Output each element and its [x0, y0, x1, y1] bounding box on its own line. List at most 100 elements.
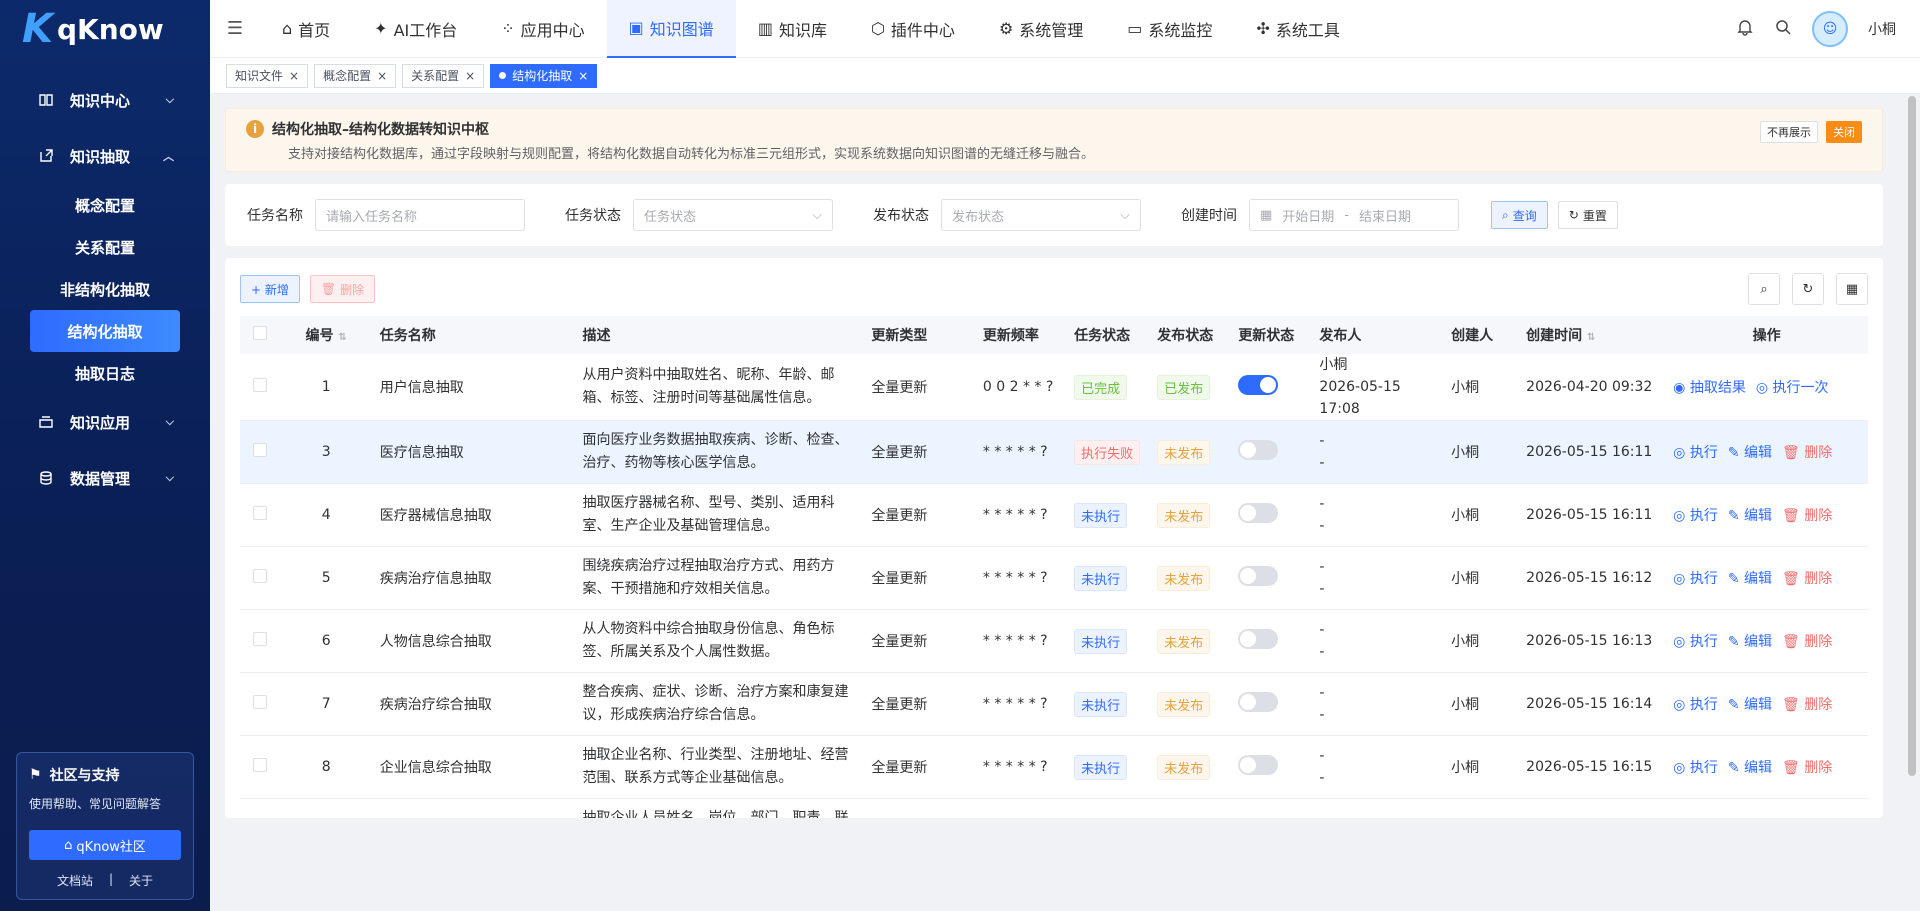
- update-status-toggle[interactable]: [1238, 566, 1279, 586]
- search-icon[interactable]: [1774, 18, 1792, 40]
- row-checkbox[interactable]: [253, 378, 268, 392]
- nav-item-7[interactable]: ▭ 系统监控: [1105, 0, 1234, 58]
- search-toggle-icon[interactable]: ⌕: [1748, 273, 1780, 305]
- cell-created: 2026-05-15 16:15: [1518, 798, 1666, 818]
- add-button[interactable]: + 新增: [240, 275, 300, 303]
- close-icon[interactable]: ×: [465, 69, 475, 83]
- menu-toggle-icon[interactable]: ☰: [210, 18, 260, 39]
- row-checkbox[interactable]: [253, 632, 268, 646]
- refresh-icon[interactable]: ↻: [1792, 273, 1824, 305]
- update-status-toggle[interactable]: [1238, 440, 1279, 460]
- table-row[interactable]: 1 用户信息抽取 从用户资料中抽取姓名、昵称、年龄、邮箱、标签、注册时间等基础属性信…: [240, 354, 1868, 421]
- page-scrollbar[interactable]: [1908, 96, 1916, 776]
- tab-1[interactable]: 概念配置 ×: [314, 63, 397, 88]
- docs-link[interactable]: 文档站: [57, 872, 93, 889]
- edit-button[interactable]: ✎ 编辑: [1728, 697, 1772, 713]
- delete-button[interactable]: 🗑 删除: [1782, 571, 1832, 587]
- update-status-toggle[interactable]: [1238, 692, 1279, 712]
- nav-item-6[interactable]: ⚙ 系统管理: [977, 0, 1105, 58]
- logo[interactable]: K qKnow: [0, 0, 210, 58]
- table-row[interactable]: 3 医疗信息抽取 面向医疗业务数据抽取疾病、诊断、检查、治疗、药物等核心医学信息。全…: [240, 420, 1868, 484]
- date-range-picker[interactable]: ▦ 开始日期 - 结束日期: [1249, 199, 1459, 231]
- edit-button[interactable]: ✎ 编辑: [1728, 634, 1772, 650]
- update-status-toggle[interactable]: [1238, 755, 1279, 775]
- sort-icon[interactable]: ⇅: [338, 332, 346, 343]
- edit-button[interactable]: ✎ 编辑: [1728, 445, 1772, 461]
- sort-icon[interactable]: ⇅: [1587, 332, 1595, 343]
- edit-button[interactable]: ✎ 编辑: [1728, 571, 1772, 587]
- close-icon[interactable]: ×: [377, 69, 387, 83]
- sidebar-item-structured-extraction[interactable]: 结构化抽取: [30, 310, 180, 352]
- reset-button[interactable]: ↻ 重置: [1557, 201, 1618, 229]
- tab-0[interactable]: 知识文件 ×: [226, 63, 309, 88]
- tab-3[interactable]: 结构化抽取 ×: [490, 63, 598, 88]
- row-checkbox[interactable]: [253, 506, 268, 520]
- user-name[interactable]: 小桐: [1868, 19, 1896, 39]
- run-button[interactable]: ◎ 执行: [1673, 445, 1718, 461]
- bell-icon[interactable]: [1736, 18, 1754, 40]
- col-created[interactable]: 创建时间 ⇅: [1518, 316, 1666, 354]
- query-button[interactable]: ⌕ 查询: [1491, 201, 1548, 229]
- sidebar-group-knowledge-extraction[interactable]: 知识抽取 ︿: [0, 128, 210, 184]
- col-id[interactable]: 编号 ⇅: [280, 316, 372, 354]
- avatar[interactable]: ☺: [1812, 11, 1848, 47]
- nav-item-0[interactable]: ⌂ 首页: [260, 0, 352, 58]
- close-icon[interactable]: ×: [289, 69, 299, 83]
- sidebar-group-knowledge-center[interactable]: 知识中心 ⌵: [0, 72, 210, 128]
- table-row[interactable]: 8 企业信息综合抽取 抽取企业名称、行业类型、注册地址、经营范围、联系方式等企业基础…: [240, 735, 1868, 799]
- nav-item-3[interactable]: ▣ 知识图谱: [606, 0, 736, 58]
- nav-item-2[interactable]: ⁘ 应用中心: [479, 0, 606, 58]
- sidebar-item-unstructured-extraction[interactable]: 非结构化抽取: [30, 268, 180, 310]
- close-notice-button[interactable]: 关闭: [1826, 121, 1862, 143]
- delete-button[interactable]: 🗑 删除: [309, 275, 376, 303]
- delete-button[interactable]: 🗑 删除: [1782, 508, 1832, 524]
- run-button[interactable]: ◎ 执行: [1673, 508, 1718, 524]
- delete-button[interactable]: 🗑 删除: [1782, 445, 1832, 461]
- nav-item-4[interactable]: ▥ 知识库: [736, 0, 849, 58]
- edit-button[interactable]: ✎ 编辑: [1728, 760, 1772, 776]
- sidebar-item-extraction-log[interactable]: 抽取日志: [30, 352, 180, 394]
- run-once-button[interactable]: ◎ 执行一次: [1756, 380, 1829, 396]
- update-status-toggle[interactable]: [1238, 375, 1279, 395]
- run-button[interactable]: ◎ 执行: [1673, 760, 1718, 776]
- sidebar-item-concept-config[interactable]: 概念配置: [30, 184, 180, 226]
- nav-item-8[interactable]: ✣ 系统工具: [1234, 0, 1361, 58]
- run-button[interactable]: ◎ 执行: [1673, 697, 1718, 713]
- row-checkbox[interactable]: [253, 443, 268, 457]
- sidebar-group-knowledge-application[interactable]: 知识应用 ⌵: [0, 394, 210, 450]
- row-checkbox[interactable]: [253, 569, 268, 583]
- view-result-button[interactable]: ◉ 抽取结果: [1673, 380, 1746, 396]
- sidebar-group-data-management[interactable]: 数据管理 ⌵: [0, 450, 210, 506]
- nav-item-1[interactable]: ✦ AI工作台: [352, 0, 479, 58]
- table-row[interactable]: 4 医疗器械信息抽取 抽取医疗器械名称、型号、类别、适用科室、生产企业及基础管理信息…: [240, 483, 1868, 547]
- row-checkbox[interactable]: [253, 758, 268, 772]
- table-row[interactable]: 9企业人员信息抽取抽取企业人员姓名、岗位、部门、职责、联系方式及组织归属信息。 全…: [240, 798, 1868, 818]
- delete-button[interactable]: 🗑 删除: [1782, 760, 1832, 776]
- row-checkbox[interactable]: [253, 695, 268, 709]
- publish-status-badge: 未发布: [1157, 439, 1211, 465]
- delete-button[interactable]: 🗑 删除: [1782, 634, 1832, 650]
- table-row[interactable]: 5 疾病治疗信息抽取 围绕疾病治疗过程抽取治疗方式、用药方案、干预措施和疗效相关信息…: [240, 546, 1868, 610]
- update-status-toggle[interactable]: [1238, 503, 1279, 523]
- nav-item-label: 系统管理: [1019, 20, 1084, 40]
- task-status-select[interactable]: 任务状态 ⌵: [633, 199, 833, 231]
- about-link[interactable]: 关于: [129, 872, 153, 889]
- run-button[interactable]: ◎ 执行: [1673, 634, 1718, 650]
- nav-item-5[interactable]: ⬡ 插件中心: [849, 0, 977, 58]
- sidebar-item-relation-config[interactable]: 关系配置: [30, 226, 180, 268]
- update-status-toggle[interactable]: [1238, 629, 1279, 649]
- tab-2[interactable]: 关系配置 ×: [402, 63, 485, 88]
- table-row[interactable]: 7 疾病治疗综合抽取 整合疾病、症状、诊断、治疗方案和康复建议，形成疾病治疗综合信息…: [240, 672, 1868, 736]
- select-all-checkbox[interactable]: [253, 326, 268, 340]
- columns-icon[interactable]: ▦: [1836, 273, 1868, 305]
- close-icon[interactable]: ×: [578, 69, 588, 83]
- delete-button[interactable]: 🗑 删除: [1782, 697, 1832, 713]
- table-row[interactable]: 6 人物信息综合抽取 从人物资料中综合抽取身份信息、角色标签、所属关系及个人属性数据…: [240, 609, 1868, 673]
- run-button[interactable]: ◎ 执行: [1673, 571, 1718, 587]
- edit-button[interactable]: ✎ 编辑: [1728, 508, 1772, 524]
- task-name-input[interactable]: 请输入任务名称: [315, 199, 525, 231]
- hide-notice-button[interactable]: 不再展示: [1760, 121, 1818, 143]
- community-button[interactable]: ⌂ qKnow社区: [29, 830, 181, 860]
- col-update-freq: 更新频率: [974, 316, 1067, 354]
- publish-status-select[interactable]: 发布状态 ⌵: [941, 199, 1141, 231]
